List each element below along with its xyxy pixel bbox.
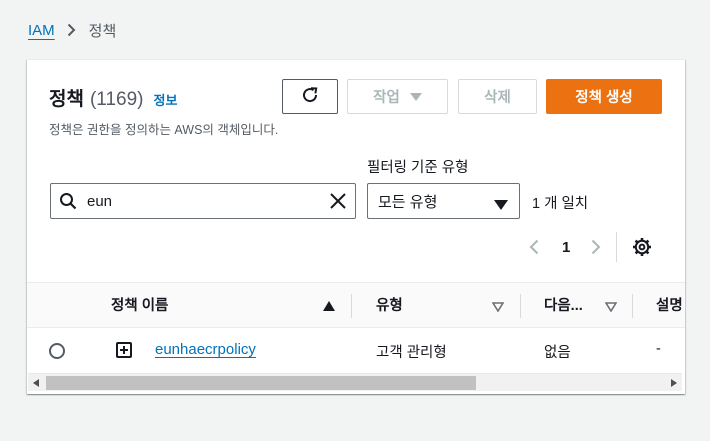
policy-name-link[interactable]: eunhaecrpolicy (155, 341, 256, 358)
expand-icon[interactable] (116, 342, 132, 358)
search-field[interactable] (50, 183, 356, 219)
policy-count: (1169) (89, 89, 144, 110)
caret-down-icon (494, 197, 508, 214)
column-header-used-as[interactable]: 다음... (544, 294, 583, 315)
actions-label: 작업 (373, 90, 400, 106)
row-select-radio[interactable] (49, 343, 65, 359)
column-divider[interactable] (632, 294, 633, 318)
caret-down-icon (409, 89, 422, 105)
gear-icon[interactable] (632, 237, 652, 257)
type-filter-select[interactable]: 모든 유형 (367, 183, 520, 219)
chevron-right-icon[interactable] (589, 239, 603, 255)
policies-panel: 정책 (1169) 정보 정책은 권한을 정의하는 AWS의 객체입니다. 작업… (27, 59, 685, 394)
table-row: eunhaecrpolicy 고객 관리형 없음 - (27, 328, 685, 372)
horizontal-scrollbar[interactable] (28, 373, 682, 391)
page-title: 정책 (49, 89, 84, 110)
info-link[interactable]: 정보 (153, 90, 177, 109)
sort-ascending-icon[interactable] (323, 298, 335, 316)
scroll-right-icon[interactable] (669, 378, 679, 388)
policy-description: - (656, 341, 661, 357)
panel-header: 정책 (1169) 정보 (49, 84, 177, 111)
filter-type-label: 필터링 기준 유형 (367, 160, 469, 176)
pagination-divider (616, 232, 618, 262)
search-icon (59, 191, 79, 211)
delete-button[interactable]: 삭제 (458, 79, 537, 114)
column-divider[interactable] (520, 294, 521, 318)
column-header-type[interactable]: 유형 (376, 294, 403, 315)
breadcrumb: IAM 정책 (28, 19, 116, 41)
policy-used-as: 없음 (544, 345, 571, 361)
create-policy-button[interactable]: 정책 생성 (546, 79, 662, 114)
column-divider[interactable] (351, 294, 352, 318)
sort-icon[interactable] (491, 299, 505, 317)
chevron-right-icon (67, 23, 76, 37)
breadcrumb-iam-link[interactable]: IAM (28, 22, 55, 39)
clear-icon[interactable] (329, 192, 347, 210)
refresh-button[interactable] (282, 79, 338, 114)
match-count: 1 개 일치 (532, 196, 589, 212)
actions-button[interactable]: 작업 (347, 79, 448, 114)
pagination: 1 (527, 232, 652, 262)
page-description: 정책은 권한을 정의하는 AWS의 객체입니다. (49, 123, 279, 137)
chevron-left-icon[interactable] (527, 239, 541, 255)
column-header-description[interactable]: 설명 (656, 294, 683, 315)
scrollbar-thumb[interactable] (46, 376, 476, 390)
table-header: 정책 이름 유형 다음... 설명 (27, 282, 685, 328)
search-input[interactable] (87, 192, 307, 210)
column-header-policy-name[interactable]: 정책 이름 (111, 294, 168, 315)
type-filter-value: 모든 유형 (378, 193, 438, 211)
page-number[interactable]: 1 (562, 239, 570, 256)
refresh-icon (300, 85, 320, 109)
breadcrumb-current: 정책 (88, 22, 117, 40)
policy-type: 고객 관리형 (376, 345, 447, 361)
scroll-left-icon[interactable] (31, 378, 41, 388)
sort-icon[interactable] (604, 299, 618, 317)
